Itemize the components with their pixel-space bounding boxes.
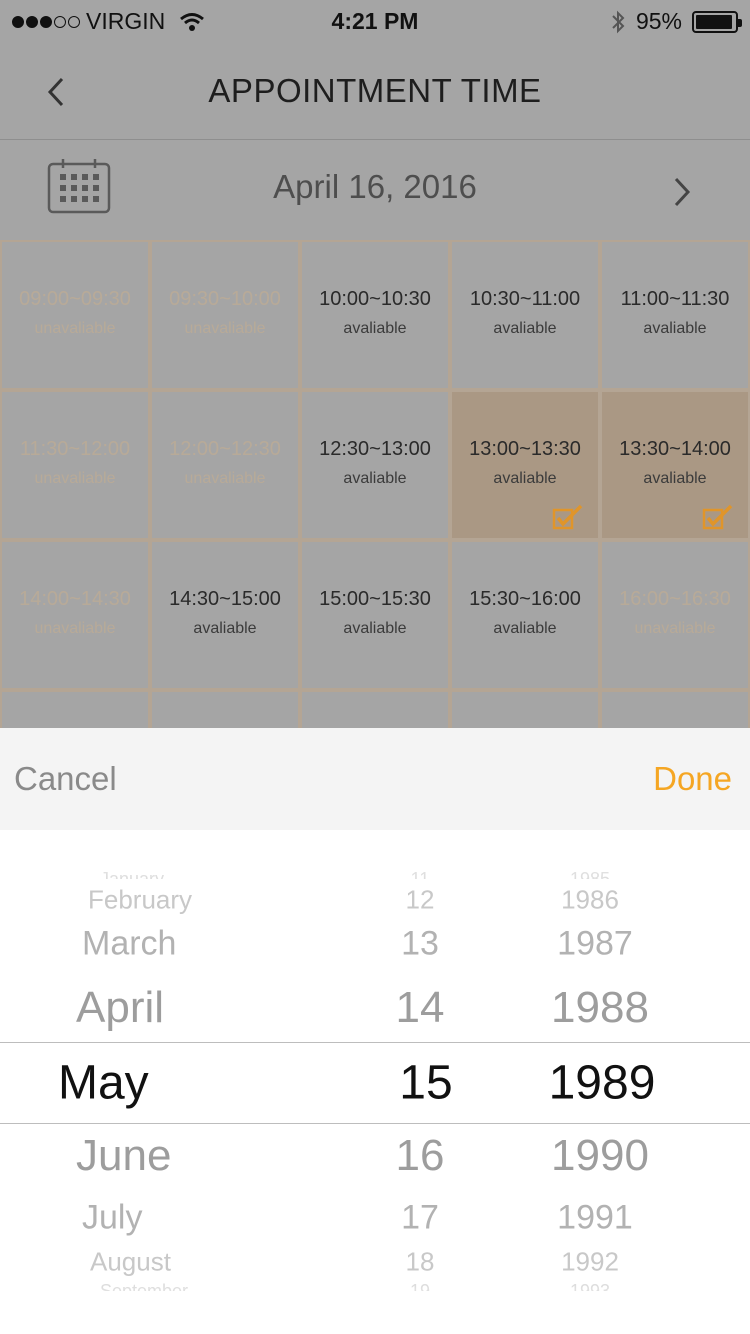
time-slot-partial [0,690,150,728]
time-slot-status: avaliable [193,620,257,637]
time-slot-range: 13:30~14:00 [619,438,731,460]
nav-bar: APPOINTMENT TIME [0,42,750,140]
time-slot-range: 12:00~12:30 [169,438,281,460]
picker-month-option[interactable]: March [82,925,176,964]
time-slot[interactable]: 11:00~11:30 avaliable [600,240,750,390]
picker-year-option[interactable]: 1989 [512,1056,692,1111]
time-slot-range: 09:30~10:00 [169,288,281,310]
time-slot-status: avaliable [493,620,557,637]
time-slot-status: unavaliable [34,470,116,487]
status-bar: VIRGIN 4:21 PM 95% [0,0,750,42]
picker-day-option[interactable]: 19 [360,1281,480,1291]
picker-month-option[interactable]: September [100,1281,188,1291]
picker-month-option[interactable]: July [82,1199,142,1238]
time-slot-partial [150,690,300,728]
time-slot-range: 11:00~11:30 [620,288,730,310]
time-slot: 11:30~12:00 unavaliable [0,390,150,540]
picker-month-option[interactable]: June [76,1131,171,1181]
picker-year-option[interactable]: 1990 [510,1131,690,1181]
time-slot-partial [300,690,450,728]
picker-year-option[interactable]: 1991 [505,1199,685,1238]
chevron-right-icon [674,177,691,207]
date-bar: April 16, 2016 [0,140,750,240]
picker-year-option[interactable]: 1985 [500,869,680,879]
time-slot-partial [600,690,750,728]
time-slot-range: 13:00~13:30 [469,438,581,460]
picker-day-option[interactable]: 11 [360,869,480,879]
time-slot-status: avaliable [343,470,407,487]
next-day-button[interactable] [662,170,702,214]
time-slot-status: unavaliable [634,620,716,637]
picker-month-option[interactable]: February [88,885,192,916]
time-slot: 16:00~16:30 unavaliable [600,540,750,690]
picker-year-option[interactable]: 1986 [500,885,680,916]
time-slot-status: unavaliable [34,620,116,637]
time-slot-range: 09:00~09:30 [19,288,131,310]
battery-fill [696,14,733,29]
date-picker-wheels[interactable]: January February March April May June July Augu… [0,830,750,1334]
checkbox-checked-icon [702,504,733,530]
picker-day-option[interactable]: 12 [360,885,480,916]
picker-fade-bottom [0,1286,750,1334]
picker-year-option[interactable]: 1992 [500,1247,680,1278]
time-slot-grid: 09:00~09:30 unavaliable 09:30~10:00 unavali… [0,240,750,728]
time-slot-range: 15:30~16:00 [469,588,581,610]
time-slot-range: 14:00~14:30 [19,588,131,610]
time-slot[interactable]: 13:00~13:30 avaliable [450,390,600,540]
time-slot-status: unavaliable [184,320,266,337]
picker-day-option[interactable]: 16 [360,1131,480,1181]
picker-day-option[interactable]: 15 [366,1056,486,1111]
cancel-button[interactable]: Cancel [14,760,117,798]
picker-month-option[interactable]: August [90,1247,171,1278]
current-date: April 16, 2016 [273,168,477,205]
time-slot-status: unavaliable [34,320,116,337]
time-slot: 14:00~14:30 unavaliable [0,540,150,690]
picker-year-option[interactable]: 1988 [510,983,690,1033]
picker-day-option[interactable]: 14 [360,983,480,1033]
bluetooth-icon [612,10,625,33]
picker-toolbar: Cancel Done [0,728,750,830]
time-slot-range: 14:30~15:00 [169,588,281,610]
time-slot-range: 10:00~10:30 [319,288,431,310]
time-slot-range: 11:30~12:00 [19,438,131,460]
time-slot-status: avaliable [493,320,557,337]
done-button[interactable]: Done [653,760,732,798]
picker-month-option[interactable]: May [58,1056,149,1111]
time-slot[interactable]: 14:30~15:00 avaliable [150,540,300,690]
time-slot-status: avaliable [343,620,407,637]
time-slot-range: 16:00~16:30 [619,588,731,610]
picker-day-option[interactable]: 13 [360,925,480,964]
time-slot[interactable]: 13:30~14:00 avaliable [600,390,750,540]
picker-year-option[interactable]: 1993 [500,1281,680,1291]
time-slot-range: 10:30~11:00 [469,288,581,310]
picker-month-option[interactable]: January [100,869,164,879]
time-slot-status: avaliable [643,320,707,337]
time-slot[interactable]: 15:00~15:30 avaliable [300,540,450,690]
page-title: APPOINTMENT TIME [208,72,542,109]
time-slot-status: avaliable [343,320,407,337]
battery-percent: 95% [635,8,682,34]
time-slot[interactable]: 15:30~16:00 avaliable [450,540,600,690]
time-slot-status: avaliable [493,470,557,487]
time-slot: 12:00~12:30 unavaliable [150,390,300,540]
battery-icon [692,10,742,33]
time-slot-partial [450,690,600,728]
date-picker-sheet: Cancel Done January February March April May… [0,728,750,1334]
time-slot-range: 12:30~13:00 [319,438,431,460]
time-slot[interactable]: 10:00~10:30 avaliable [300,240,450,390]
time-slot: 09:30~10:00 unavaliable [150,240,300,390]
checkbox-checked-icon [552,504,583,530]
time-slot-range: 15:00~15:30 [319,588,431,610]
picker-day-option[interactable]: 18 [360,1247,480,1278]
time-slot[interactable]: 12:30~13:00 avaliable [300,390,450,540]
status-right: 95% [610,8,742,35]
picker-year-option[interactable]: 1987 [505,925,685,964]
time-slot[interactable]: 10:30~11:00 avaliable [450,240,600,390]
picker-month-option[interactable]: April [76,983,164,1033]
time-slot-status: avaliable [643,470,707,487]
time-slot-status: unavaliable [184,470,266,487]
picker-day-option[interactable]: 17 [360,1199,480,1238]
time-slot: 09:00~09:30 unavaliable [0,240,150,390]
